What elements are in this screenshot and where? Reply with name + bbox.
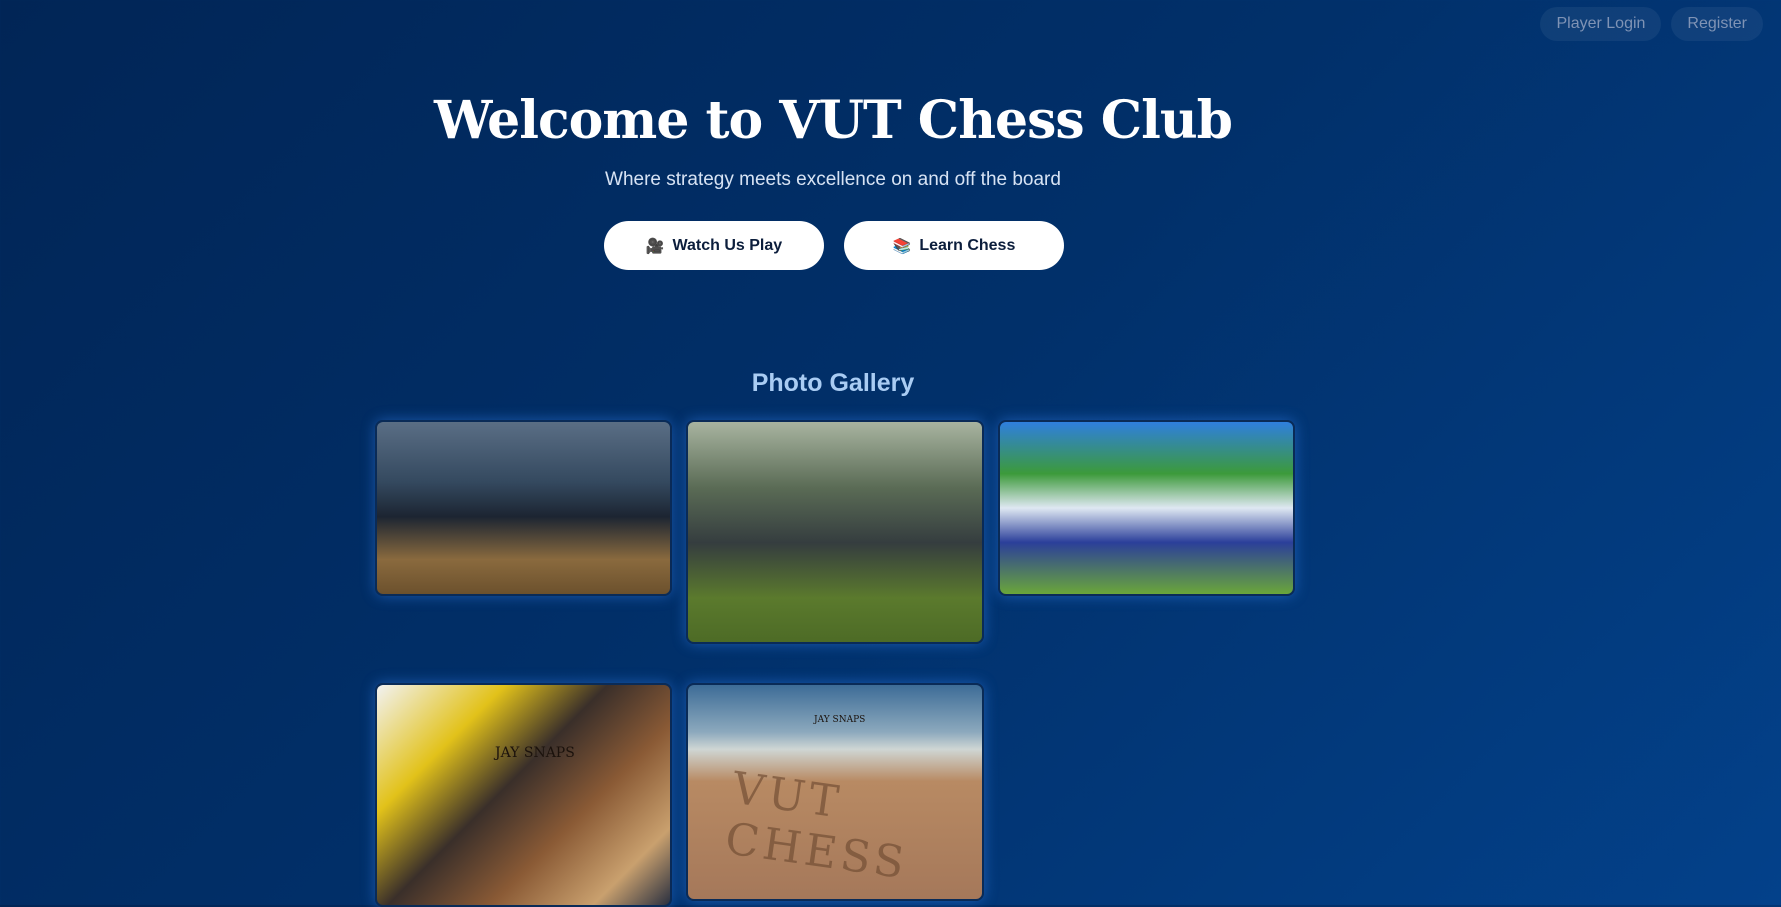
page-title: Welcome to VUT Chess Club <box>433 90 1233 151</box>
watch-us-play-button[interactable]: 🎥 Watch Us Play <box>604 221 824 270</box>
photo-watermark: JAY SNAPS <box>495 745 575 761</box>
photo-watermark: JAY SNAPS <box>814 715 866 725</box>
cta-buttons: 🎥 Watch Us Play 📚 Learn Chess <box>604 221 1064 270</box>
learn-chess-label: Learn Chess <box>919 236 1016 254</box>
register-button[interactable]: Register <box>1671 7 1763 41</box>
top-nav: Player Login Register <box>1540 7 1763 41</box>
watch-us-play-label: Watch Us Play <box>672 236 783 254</box>
gallery-title: Photo Gallery <box>751 369 915 397</box>
gallery-photo-3[interactable] <box>998 420 1295 596</box>
gallery-photo-1[interactable] <box>375 420 672 596</box>
gallery-photo-5[interactable]: JAY SNAPS VUT CHESS <box>686 683 984 901</box>
hero-subtitle: Where strategy meets excellence on and o… <box>605 169 1061 190</box>
books-icon: 📚 <box>892 237 912 255</box>
gallery-photo-4[interactable]: JAY SNAPS <box>375 683 672 907</box>
gallery-photo-2[interactable] <box>686 420 984 644</box>
learn-chess-button[interactable]: 📚 Learn Chess <box>844 221 1064 270</box>
player-login-button[interactable]: Player Login <box>1540 7 1662 41</box>
sand-writing: VUT CHESS <box>722 762 912 890</box>
video-camera-icon: 🎥 <box>645 237 665 255</box>
